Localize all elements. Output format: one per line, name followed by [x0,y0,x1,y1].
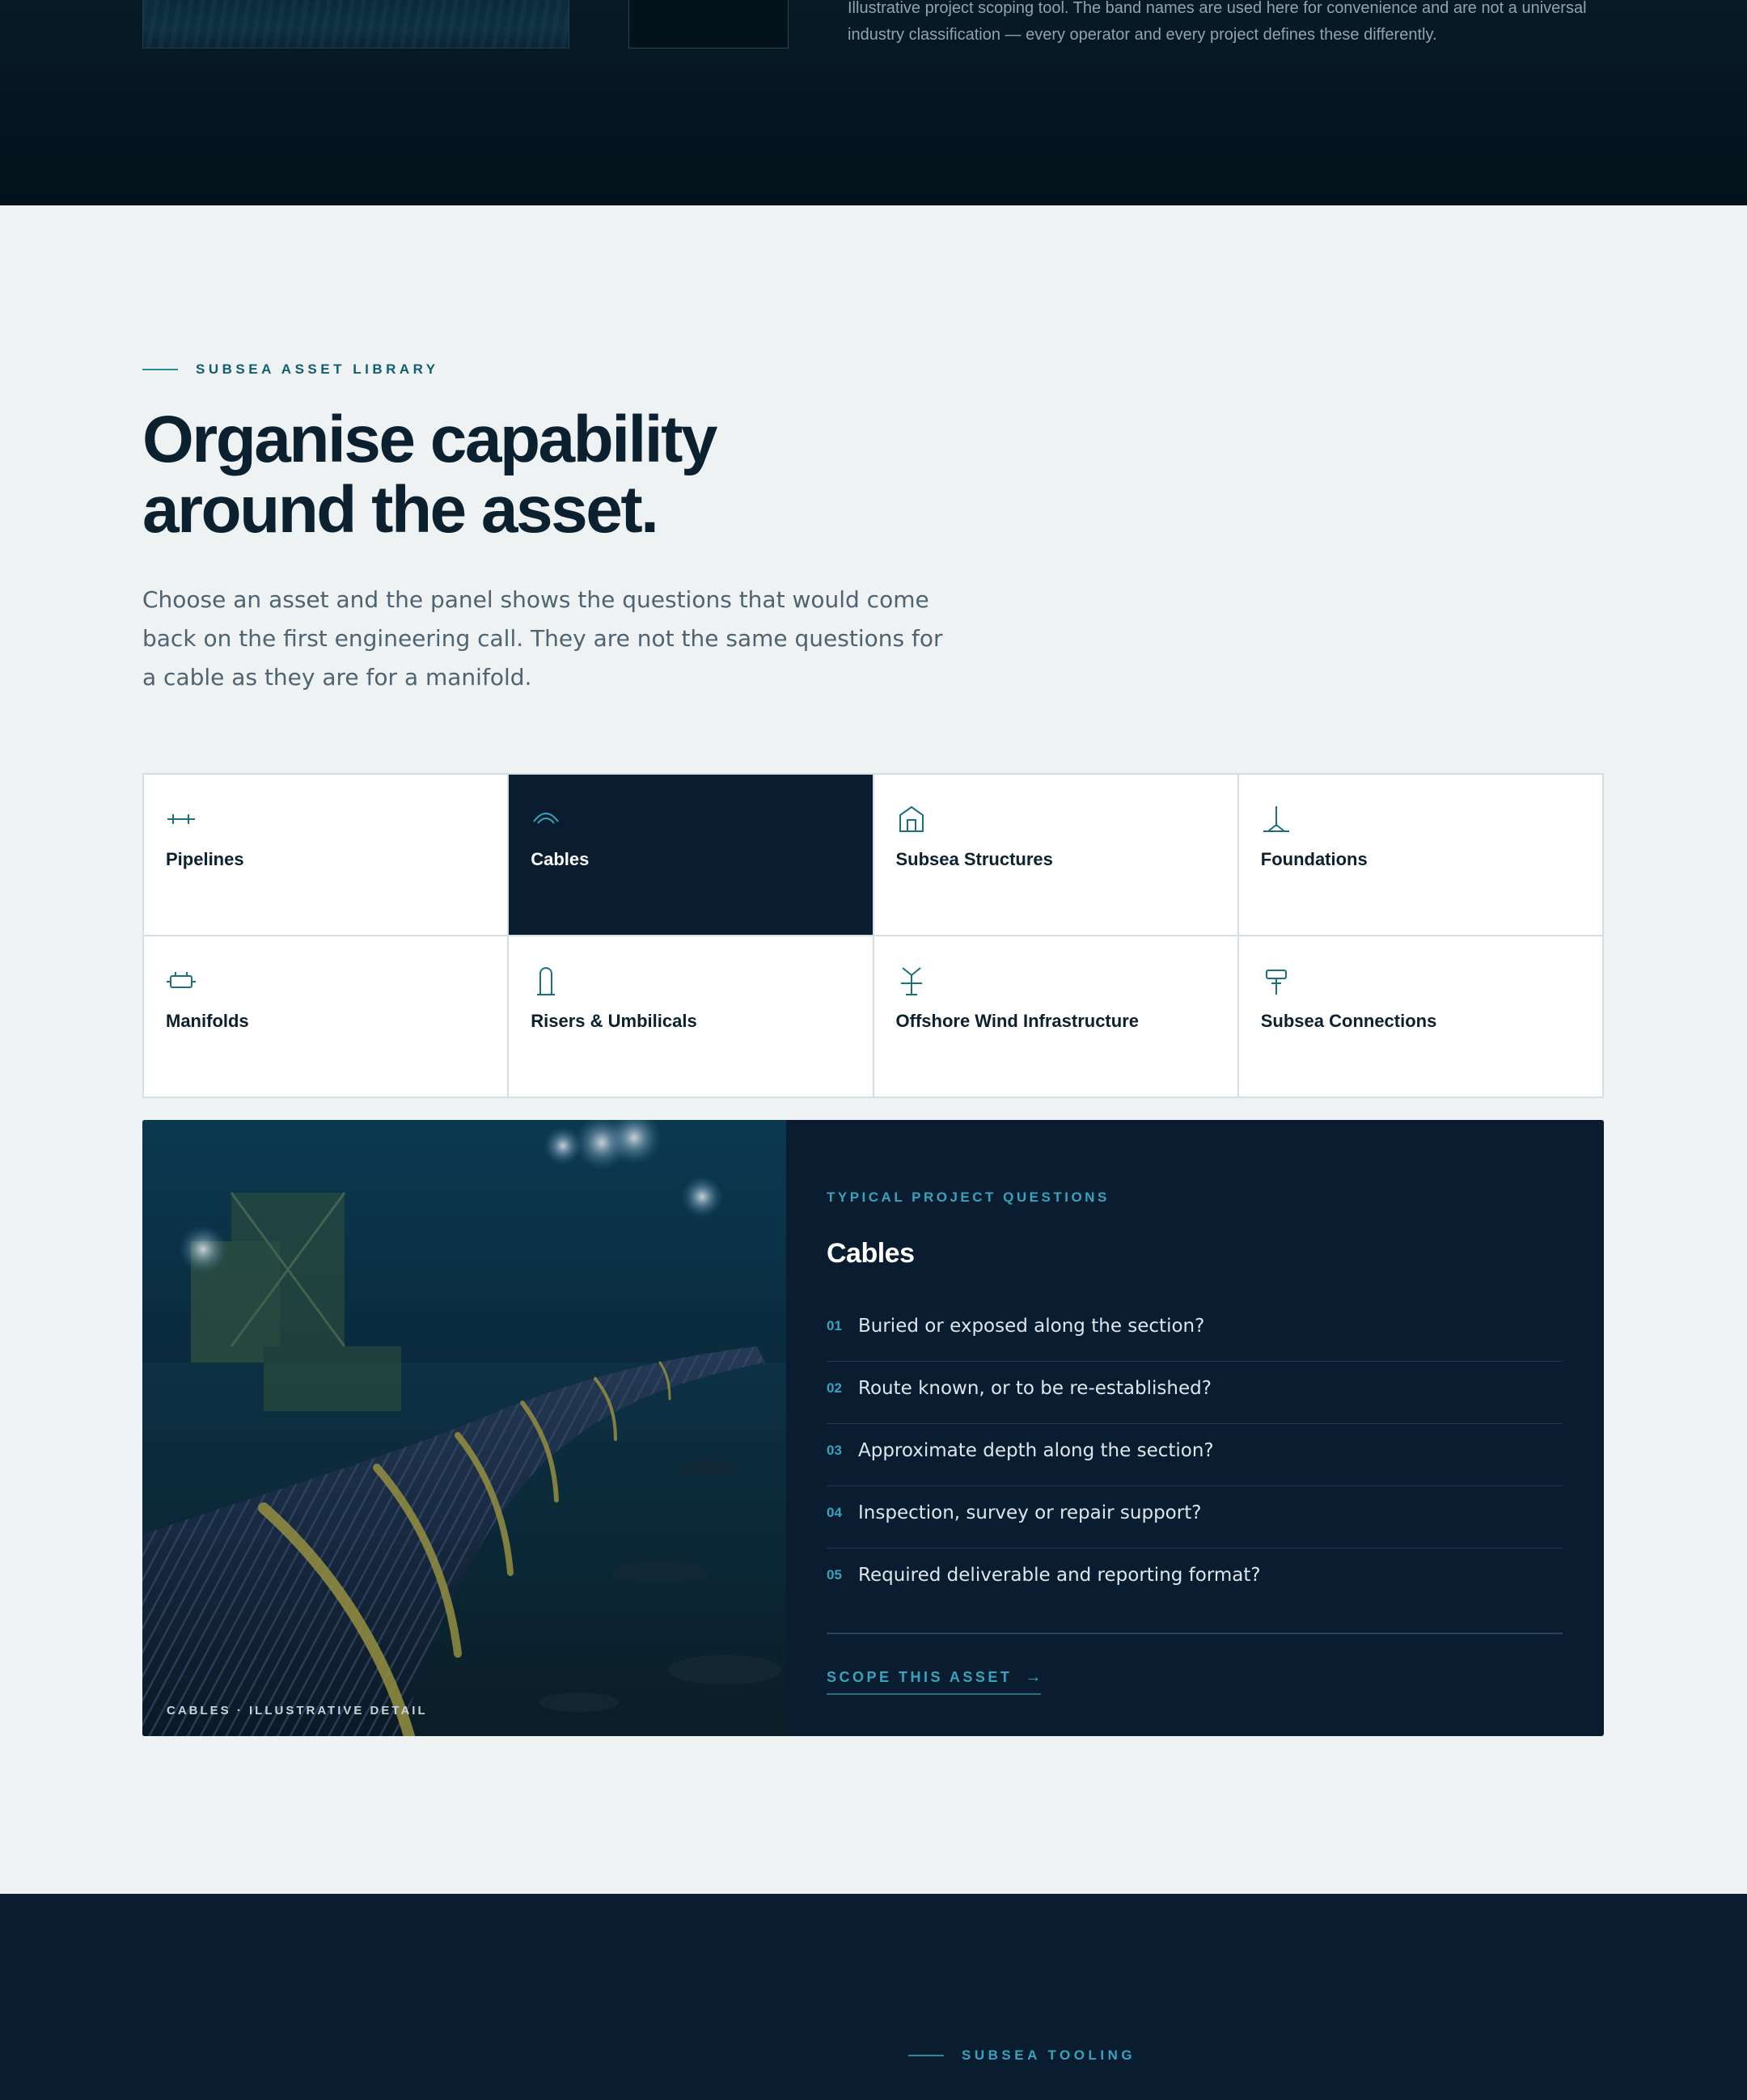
eyebrow-label: SUBSEA TOOLING [962,2047,1136,2063]
question-number: 01 [827,1318,842,1333]
asset-card-label: Risers & Umbilicals [531,1011,697,1031]
question-item: 03 Approximate depth along the section? [827,1424,1563,1486]
question-number: 03 [827,1443,842,1458]
question-item: 05 Required deliverable and reporting fo… [827,1549,1563,1611]
question-list: 01 Buried or exposed along the section? … [827,1299,1563,1611]
subsea-tooling-eyebrow: SUBSEA TOOLING [908,2047,1136,2064]
asset-card-label: Foundations [1260,849,1368,869]
asset-library-eyebrow: SUBSEA ASSET LIBRARY [142,361,439,378]
asset-card-label: Manifolds [166,1011,249,1031]
image-caption: CABLES · ILLUSTRATIVE DETAIL [167,1704,428,1718]
question-text: Required deliverable and reporting forma… [858,1565,1261,1586]
band-disclaimer-note: Illustrative project scoping tool. The b… [848,0,1587,44]
question-number: 02 [827,1380,842,1396]
question-text: Approximate depth along the section? [858,1440,1214,1461]
eyebrow-rule [908,2055,944,2056]
questions-area: TYPICAL PROJECT QUESTIONS Cables 01 Buri… [827,1120,1563,1736]
asset-card-foundations[interactable]: Foundations [1238,775,1602,935]
question-number: 05 [827,1567,842,1582]
asset-card-subsea-structures[interactable]: Subsea Structures [874,775,1237,935]
asset-card-manifolds[interactable]: Manifolds [144,936,508,1096]
eyebrow-label: SUBSEA ASSET LIBRARY [196,361,439,377]
title-line-1: Organise capability [142,403,718,476]
page-title: Organise capability around the asset. [142,404,870,545]
manifold-icon [166,965,197,996]
question-number: 04 [827,1505,842,1520]
question-text: Route known, or to be re-established? [858,1378,1212,1399]
scope-link-label: SCOPE THIS ASSET [827,1669,1013,1685]
structure-icon [896,804,927,835]
scope-this-asset-link[interactable]: SCOPE THIS ASSET → [827,1668,1042,1695]
asset-card-label: Pipelines [166,849,244,869]
asset-card-risers-umbilicals[interactable]: Risers & Umbilicals [509,936,873,1096]
asset-card-subsea-connections[interactable]: Subsea Connections [1238,936,1602,1096]
question-item: 01 Buried or exposed along the section? [827,1299,1563,1362]
pipeline-icon [166,804,197,835]
asset-card-label: Subsea Structures [895,849,1053,869]
questions-eyebrow: TYPICAL PROJECT QUESTIONS [827,1189,1110,1205]
title-line-2: around the asset. [142,473,659,547]
section-lead: Choose an asset and the panel shows the … [142,586,943,691]
subsea-tooling-section [0,1894,1747,2100]
cable-illustration: CABLES · ILLUSTRATIVE DETAIL [142,1120,786,1736]
riser-icon [531,965,561,996]
asset-card-label: Cables [531,849,590,869]
asset-card-pipelines[interactable]: Pipelines [144,775,508,935]
question-text: Buried or exposed along the section? [858,1316,1205,1337]
panel-title: Cables [827,1238,915,1269]
asset-card-label: Offshore Wind Infrastructure [895,1011,1140,1031]
band-preview-box [628,0,789,49]
top-band: Illustrative project scoping tool. The b… [0,0,1747,205]
question-item: 04 Inspection, survey or repair support? [827,1486,1563,1549]
cable-icon [531,804,561,835]
question-item: 02 Route known, or to be re-established? [827,1362,1563,1424]
asset-card-offshore-wind[interactable]: Offshore Wind Infrastructure [874,936,1237,1096]
asset-card-label: Subsea Connections [1260,1011,1437,1031]
connector-icon [1261,965,1292,996]
eyebrow-rule [142,369,178,370]
foundation-icon [1261,804,1292,835]
arrow-right-icon: → [1025,1668,1042,1686]
band-preview-image [142,0,569,49]
panel-divider [827,1633,1563,1634]
wind-turbine-icon [896,965,927,996]
asset-detail-panel: CABLES · ILLUSTRATIVE DETAIL TYPICAL PRO… [142,1120,1604,1736]
question-text: Inspection, survey or repair support? [858,1502,1202,1523]
asset-grid: Pipelines Cables Subsea Structures Found… [142,773,1604,1098]
asset-card-cables[interactable]: Cables [509,775,873,935]
